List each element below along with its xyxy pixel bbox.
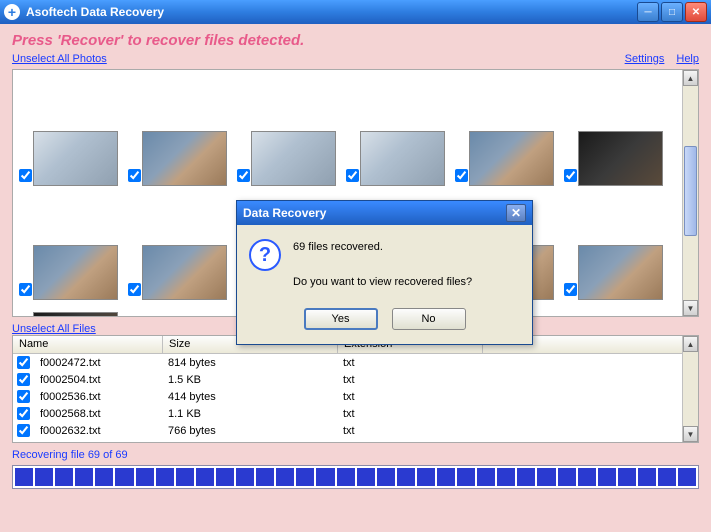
file-checkbox[interactable] [17, 356, 30, 369]
photo-checkbox[interactable] [564, 169, 577, 182]
scroll-down-icon[interactable]: ▼ [683, 300, 698, 316]
close-button[interactable]: ✕ [685, 2, 707, 22]
photo-item[interactable] [19, 76, 124, 186]
file-ext: txt [337, 390, 361, 404]
file-size: 1.1 KB [162, 407, 337, 421]
photo-item[interactable] [455, 76, 560, 186]
photo-item[interactable] [19, 190, 124, 300]
photo-item[interactable] [19, 304, 124, 317]
file-row[interactable]: f0002536.txt414 bytestxt [13, 388, 698, 405]
dialog-message: 69 files recovered. Do you want to view … [293, 239, 472, 292]
maximize-button[interactable]: □ [661, 2, 683, 22]
settings-link[interactable]: Settings [625, 53, 665, 65]
photo-thumbnail [33, 131, 118, 186]
photo-checkbox[interactable] [564, 283, 577, 296]
help-link[interactable]: Help [676, 53, 699, 65]
photo-thumbnail [578, 245, 663, 300]
scroll-thumb[interactable] [684, 146, 697, 236]
photo-thumbnail [251, 131, 336, 186]
file-ext: txt [337, 373, 361, 387]
file-size: 1.5 KB [162, 373, 337, 387]
file-ext: txt [337, 407, 361, 421]
photo-checkbox[interactable] [128, 169, 141, 182]
yes-button[interactable]: Yes [304, 308, 378, 330]
photo-thumbnail [578, 131, 663, 186]
file-checkbox[interactable] [17, 424, 30, 437]
file-name: f0002536.txt [34, 390, 162, 404]
dialog-title: Data Recovery [243, 206, 326, 220]
photo-thumbnail [142, 245, 227, 300]
file-name: f0002472.txt [34, 356, 162, 370]
scroll-down-icon[interactable]: ▼ [683, 426, 698, 442]
photo-item[interactable] [346, 76, 451, 186]
file-row[interactable]: f0002632.txt766 bytestxt [13, 422, 698, 439]
file-list: Name Size Extension f0002472.txt814 byte… [12, 335, 699, 443]
photo-item[interactable] [237, 76, 342, 186]
photo-thumbnail [142, 131, 227, 186]
file-ext: txt [337, 356, 361, 370]
file-checkbox[interactable] [17, 390, 30, 403]
scroll-up-icon[interactable]: ▲ [683, 336, 698, 352]
file-size: 814 bytes [162, 356, 337, 370]
scroll-up-icon[interactable]: ▲ [683, 70, 698, 86]
col-name-header[interactable]: Name [13, 336, 163, 353]
dialog-titlebar: Data Recovery ✕ [237, 201, 532, 225]
photo-checkbox[interactable] [346, 169, 359, 182]
file-ext: txt [337, 424, 361, 438]
dialog-line1: 69 files recovered. [293, 239, 472, 257]
photo-thumbnail [33, 312, 118, 317]
question-icon: ? [249, 239, 281, 271]
photo-item[interactable] [564, 190, 669, 300]
photo-item[interactable] [128, 76, 233, 186]
photo-thumbnail [469, 131, 554, 186]
photo-thumbnail [360, 131, 445, 186]
file-size: 414 bytes [162, 390, 337, 404]
status-text: Recovering file 69 of 69 [12, 449, 699, 461]
file-scrollbar[interactable]: ▲ ▼ [682, 336, 698, 442]
file-row[interactable]: f0002472.txt814 bytestxt [13, 354, 698, 371]
instruction-text: Press 'Recover' to recover files detecte… [12, 32, 699, 49]
file-name: f0002568.txt [34, 407, 162, 421]
dialog-close-button[interactable]: ✕ [506, 204, 526, 222]
dialog-line2: Do you want to view recovered files? [293, 274, 472, 292]
recovery-dialog: Data Recovery ✕ ? 69 files recovered. Do… [236, 200, 533, 345]
file-checkbox[interactable] [17, 407, 30, 420]
photo-checkbox[interactable] [237, 169, 250, 182]
file-row[interactable]: f0002568.txt1.1 KBtxt [13, 405, 698, 422]
photo-checkbox[interactable] [455, 169, 468, 182]
file-row[interactable]: f0002504.txt1.5 KBtxt [13, 371, 698, 388]
minimize-button[interactable]: ─ [637, 2, 659, 22]
titlebar: + Asoftech Data Recovery ─ □ ✕ [0, 0, 711, 24]
photo-item[interactable] [128, 190, 233, 300]
photo-checkbox[interactable] [128, 283, 141, 296]
photo-checkbox[interactable] [19, 283, 32, 296]
file-name: f0002504.txt [34, 373, 162, 387]
photo-item[interactable] [564, 76, 669, 186]
file-checkbox[interactable] [17, 373, 30, 386]
photo-thumbnail [33, 245, 118, 300]
progress-bar [12, 465, 699, 489]
window-title: Asoftech Data Recovery [26, 5, 164, 19]
no-button[interactable]: No [392, 308, 466, 330]
file-name: f0002632.txt [34, 424, 162, 438]
photo-scrollbar[interactable]: ▲ ▼ [682, 70, 698, 316]
file-size: 766 bytes [162, 424, 337, 438]
unselect-all-files-link[interactable]: Unselect All Files [12, 323, 96, 335]
photo-checkbox[interactable] [19, 169, 32, 182]
unselect-all-photos-link[interactable]: Unselect All Photos [12, 53, 107, 65]
app-icon: + [4, 4, 20, 20]
